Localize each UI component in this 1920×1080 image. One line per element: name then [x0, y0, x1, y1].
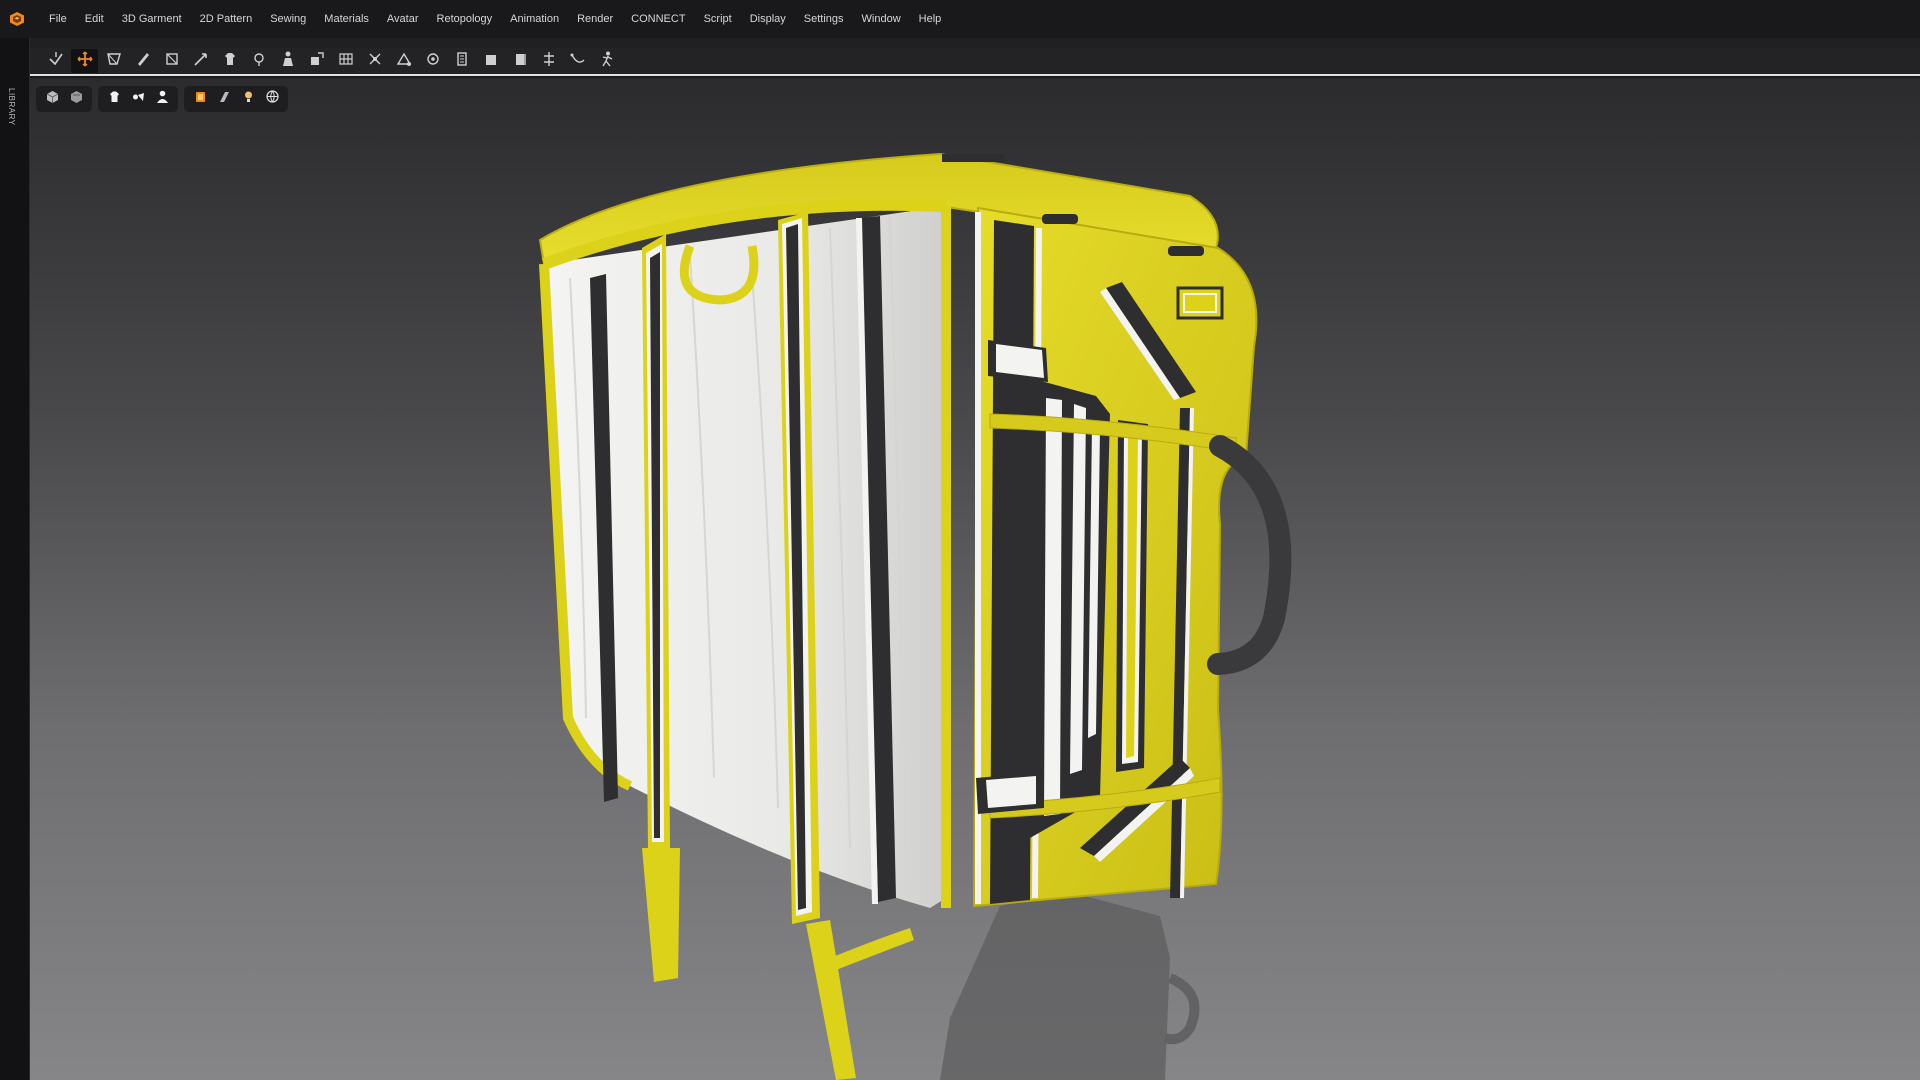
- menu-render[interactable]: Render: [568, 0, 622, 38]
- tool-garment-arrangement[interactable]: [216, 49, 243, 73]
- fabric-view-button[interactable]: [126, 88, 150, 110]
- tool-move-tool[interactable]: [187, 49, 214, 73]
- menu-script[interactable]: Script: [695, 0, 741, 38]
- texture-view-icon: [193, 89, 208, 109]
- tool-pin[interactable]: [245, 49, 272, 73]
- cube-view-icon: [45, 89, 60, 109]
- simulation-icon: [47, 50, 65, 73]
- environment-view-button[interactable]: [260, 88, 284, 110]
- tool-avatar-pose[interactable]: [593, 49, 620, 73]
- menu-avatar[interactable]: Avatar: [378, 0, 428, 38]
- viewport-toolbar-group: [36, 86, 92, 112]
- menu-settings[interactable]: Settings: [795, 0, 853, 38]
- scale-icon: [308, 50, 326, 73]
- move-tool-icon: [192, 50, 210, 73]
- lighting-view-icon: [241, 89, 256, 109]
- grid-icon: [337, 50, 355, 73]
- menu-retopology[interactable]: Retopology: [428, 0, 502, 38]
- tool-scale[interactable]: [303, 49, 330, 73]
- tool-transform-pattern[interactable]: [390, 49, 417, 73]
- brush-icon: [134, 50, 152, 73]
- menu-connect[interactable]: CONNECT: [622, 0, 694, 38]
- shading-view-icon: [217, 89, 232, 109]
- block-alt-icon: [511, 50, 529, 73]
- tool-tack[interactable]: [361, 49, 388, 73]
- viewport-scene: [538, 152, 1292, 1080]
- tack-icon: [366, 50, 384, 73]
- tool-grid[interactable]: [332, 49, 359, 73]
- cube-alt-view-icon: [69, 89, 84, 109]
- menu-display[interactable]: Display: [741, 0, 795, 38]
- cube-view-button[interactable]: [40, 88, 64, 110]
- viewport-toolbar-group: [98, 86, 178, 112]
- menu-window[interactable]: Window: [853, 0, 910, 38]
- curve-icon: [569, 50, 587, 73]
- garment-view-button[interactable]: [102, 88, 126, 110]
- cube-alt-view-button[interactable]: [64, 88, 88, 110]
- avatar-view-button[interactable]: [150, 88, 174, 110]
- set-point-icon: [424, 50, 442, 73]
- tool-brush[interactable]: [129, 49, 156, 73]
- garment-view-icon: [107, 89, 122, 109]
- align-icon: [540, 50, 558, 73]
- tool-simulation[interactable]: [42, 49, 69, 73]
- tool-align[interactable]: [535, 49, 562, 73]
- block-icon: [482, 50, 500, 73]
- select-mesh-icon: [105, 50, 123, 73]
- menu-help[interactable]: Help: [910, 0, 951, 38]
- tool-measure[interactable]: [448, 49, 475, 73]
- menu-3d-garment[interactable]: 3D Garment: [113, 0, 191, 38]
- menu-2d-pattern[interactable]: 2D Pattern: [191, 0, 262, 38]
- menu-materials[interactable]: Materials: [315, 0, 378, 38]
- tool-set-point[interactable]: [419, 49, 446, 73]
- garment-arrangement-icon: [221, 50, 239, 73]
- avatar-pose-icon: [598, 50, 616, 73]
- viewport-toolbar-group: [184, 86, 288, 112]
- menu-file[interactable]: File: [40, 0, 76, 38]
- viewport-toolbar: [36, 86, 288, 112]
- main-toolbar: [30, 48, 1920, 76]
- menu-animation[interactable]: Animation: [501, 0, 568, 38]
- menu-edit[interactable]: Edit: [76, 0, 113, 38]
- menu-items: File Edit 3D Garment 2D Pattern Sewing Materi…: [40, 0, 950, 38]
- tool-select-mesh[interactable]: [100, 49, 127, 73]
- pin-icon: [250, 50, 268, 73]
- menu-bar: File Edit 3D Garment 2D Pattern Sewing Materi…: [0, 0, 1920, 38]
- library-label[interactable]: LIBRARY: [7, 88, 16, 126]
- select-move-icon: [76, 50, 94, 73]
- tool-block-alt[interactable]: [506, 49, 533, 73]
- bag-floor-shadow: [940, 892, 1200, 1080]
- texture-view-button[interactable]: [188, 88, 212, 110]
- lighting-view-button[interactable]: [236, 88, 260, 110]
- transform-pattern-icon: [395, 50, 413, 73]
- avatar-arrange-icon: [279, 50, 297, 73]
- menu-divider-strip: [30, 38, 1920, 48]
- backpack-3d-model[interactable]: [538, 152, 1292, 1080]
- library-sidebar[interactable]: LIBRARY: [0, 38, 30, 1080]
- tool-fold-arrangement[interactable]: [158, 49, 185, 73]
- tool-curve[interactable]: [564, 49, 591, 73]
- fabric-view-icon: [131, 89, 146, 109]
- tool-avatar-arrange[interactable]: [274, 49, 301, 73]
- shading-view-button[interactable]: [212, 88, 236, 110]
- menu-sewing[interactable]: Sewing: [261, 0, 315, 38]
- app-logo-icon[interactable]: [2, 0, 32, 38]
- avatar-view-icon: [155, 89, 170, 109]
- 3d-viewport[interactable]: [30, 78, 1920, 1080]
- environment-view-icon: [265, 89, 280, 109]
- fold-arrangement-icon: [163, 50, 181, 73]
- tool-block[interactable]: [477, 49, 504, 73]
- measure-icon: [453, 50, 471, 73]
- tool-select-move[interactable]: [71, 49, 98, 73]
